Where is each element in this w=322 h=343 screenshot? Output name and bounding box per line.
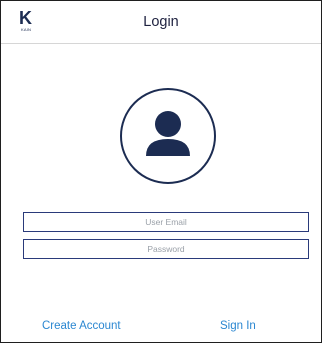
email-field[interactable] [23, 212, 309, 232]
user-icon [120, 88, 216, 184]
avatar [118, 86, 218, 186]
logo-letter: K [19, 8, 32, 28]
header-bar: K KAIN Login [1, 1, 321, 44]
password-field[interactable] [23, 239, 309, 259]
create-account-button[interactable]: Create Account [42, 319, 121, 333]
sign-in-button[interactable]: Sign In [220, 319, 256, 333]
logo-subtext: KAIN [21, 27, 32, 32]
page-title: Login [143, 14, 179, 30]
app-logo: K KAIN [19, 8, 39, 35]
app-window: K KAIN Login Create Account Sign In [0, 0, 322, 343]
